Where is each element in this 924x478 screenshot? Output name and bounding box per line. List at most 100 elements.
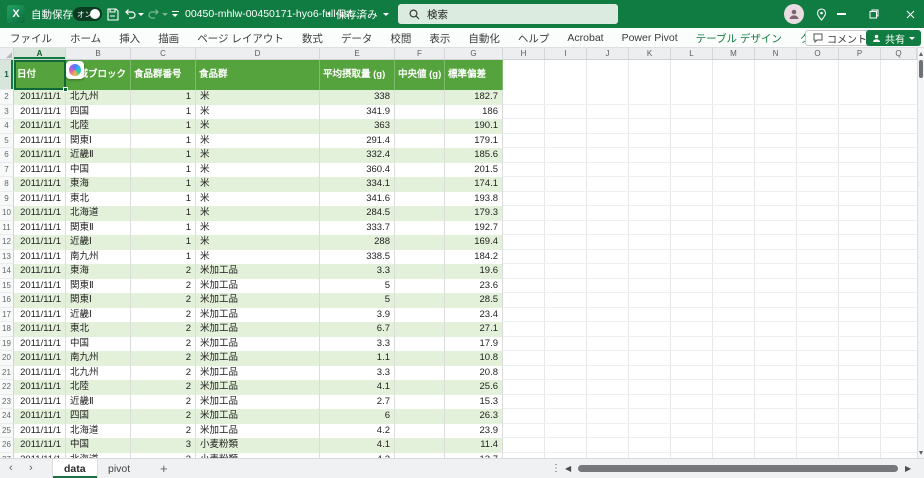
- row-header-25[interactable]: 25: [0, 424, 14, 439]
- row-header-4[interactable]: 4: [0, 119, 14, 134]
- horizontal-scroll-thumb[interactable]: [578, 465, 898, 472]
- empty-cells[interactable]: [503, 60, 917, 90]
- redo-dropdown-icon[interactable]: [161, 0, 169, 28]
- cell[interactable]: 米加工品: [196, 409, 320, 424]
- cell[interactable]: 1: [131, 206, 196, 221]
- cell[interactable]: 北九州: [66, 90, 131, 105]
- redo-icon[interactable]: [146, 0, 162, 28]
- cell[interactable]: 2011/11/1: [14, 424, 66, 439]
- cell[interactable]: 四国: [66, 409, 131, 424]
- row-header-2[interactable]: 2: [0, 90, 14, 105]
- row-header-12[interactable]: 12: [0, 235, 14, 250]
- cell[interactable]: [395, 148, 445, 163]
- cell[interactable]: 1: [131, 119, 196, 134]
- cell[interactable]: 2011/11/1: [14, 134, 66, 149]
- column-header-B[interactable]: B: [66, 48, 131, 59]
- cell[interactable]: [395, 337, 445, 352]
- empty-cells[interactable]: [503, 221, 917, 236]
- column-header-A[interactable]: A: [14, 48, 66, 59]
- search-input[interactable]: 検索: [398, 4, 618, 24]
- cell[interactable]: 2011/11/1: [14, 148, 66, 163]
- cell[interactable]: 2: [131, 322, 196, 337]
- table-header-cell[interactable]: 中央値 (g): [395, 60, 445, 90]
- ribbon-tab-3[interactable]: 描画: [158, 31, 179, 46]
- row-header-18[interactable]: 18: [0, 322, 14, 337]
- ribbon-tab-6[interactable]: データ: [341, 31, 373, 46]
- row-header-20[interactable]: 20: [0, 351, 14, 366]
- cell[interactable]: 2: [131, 395, 196, 410]
- cell[interactable]: 近畿Ⅱ: [66, 395, 131, 410]
- cell[interactable]: 米: [196, 235, 320, 250]
- cell[interactable]: 17.9: [445, 337, 503, 352]
- cell[interactable]: 2011/11/1: [14, 322, 66, 337]
- column-header-G[interactable]: G: [445, 48, 503, 59]
- cell[interactable]: 1: [131, 177, 196, 192]
- cell[interactable]: [395, 308, 445, 323]
- cell[interactable]: 2011/11/1: [14, 105, 66, 120]
- cell[interactable]: 四国: [66, 105, 131, 120]
- add-sheet-button[interactable]: +: [160, 459, 168, 478]
- table-header-cell[interactable]: 食品群番号: [131, 60, 196, 90]
- cell[interactable]: 284.5: [320, 206, 395, 221]
- row-header-8[interactable]: 8: [0, 177, 14, 192]
- cell[interactable]: 2011/11/1: [14, 409, 66, 424]
- cell[interactable]: 4.1: [320, 438, 395, 453]
- cell[interactable]: 米加工品: [196, 351, 320, 366]
- cell[interactable]: 米: [196, 163, 320, 178]
- empty-cells[interactable]: [503, 380, 917, 395]
- cell[interactable]: [395, 366, 445, 381]
- cell[interactable]: 2011/11/1: [14, 250, 66, 265]
- cell[interactable]: 1: [131, 148, 196, 163]
- cell[interactable]: 169.4: [445, 235, 503, 250]
- ribbon-tab-12[interactable]: Power Pivot: [622, 32, 678, 44]
- cell[interactable]: 2: [131, 366, 196, 381]
- cell[interactable]: 米加工品: [196, 380, 320, 395]
- empty-cells[interactable]: [503, 264, 917, 279]
- cell[interactable]: 小麦粉類: [196, 438, 320, 453]
- comments-button[interactable]: コメント: [805, 30, 875, 46]
- cell[interactable]: 2: [131, 380, 196, 395]
- cell[interactable]: 2011/11/1: [14, 380, 66, 395]
- share-button[interactable]: 共有: [866, 30, 921, 46]
- cell[interactable]: 北陸: [66, 119, 131, 134]
- cell[interactable]: 11.4: [445, 438, 503, 453]
- cell[interactable]: 334.1: [320, 177, 395, 192]
- cell[interactable]: [395, 105, 445, 120]
- cell[interactable]: [395, 395, 445, 410]
- column-header-M[interactable]: M: [713, 48, 755, 59]
- undo-dropdown-icon[interactable]: [137, 0, 145, 28]
- row-header-21[interactable]: 21: [0, 366, 14, 381]
- cell[interactable]: 179.1: [445, 134, 503, 149]
- column-header-O[interactable]: O: [797, 48, 839, 59]
- cell[interactable]: 2011/11/1: [14, 264, 66, 279]
- cell[interactable]: 中国: [66, 337, 131, 352]
- cell[interactable]: 1: [131, 221, 196, 236]
- cell[interactable]: 2: [131, 351, 196, 366]
- cell[interactable]: 182.7: [445, 90, 503, 105]
- cell[interactable]: 2011/11/1: [14, 235, 66, 250]
- cell[interactable]: 2011/11/1: [14, 206, 66, 221]
- empty-cells[interactable]: [503, 206, 917, 221]
- cell[interactable]: 関東Ⅰ: [66, 134, 131, 149]
- cell[interactable]: 北陸: [66, 380, 131, 395]
- cell[interactable]: 5: [320, 293, 395, 308]
- row-header-17[interactable]: 17: [0, 308, 14, 323]
- save-icon[interactable]: [103, 0, 121, 28]
- empty-cells[interactable]: [503, 134, 917, 149]
- cell[interactable]: 米加工品: [196, 337, 320, 352]
- cell[interactable]: 1: [131, 235, 196, 250]
- ribbon-tab-11[interactable]: Acrobat: [567, 32, 603, 44]
- cell[interactable]: 1: [131, 192, 196, 207]
- cell[interactable]: 2: [131, 337, 196, 352]
- cell[interactable]: 2: [131, 279, 196, 294]
- cell[interactable]: 2011/11/1: [14, 293, 66, 308]
- cell[interactable]: 米: [196, 221, 320, 236]
- row-header-6[interactable]: 6: [0, 148, 14, 163]
- autosave-toggle[interactable]: オン: [73, 0, 102, 28]
- ribbon-tab-8[interactable]: 表示: [429, 31, 450, 46]
- column-header-K[interactable]: K: [629, 48, 671, 59]
- cell[interactable]: 27.1: [445, 322, 503, 337]
- vertical-scrollbar[interactable]: [917, 48, 924, 458]
- cell[interactable]: 291.4: [320, 134, 395, 149]
- column-header-N[interactable]: N: [755, 48, 797, 59]
